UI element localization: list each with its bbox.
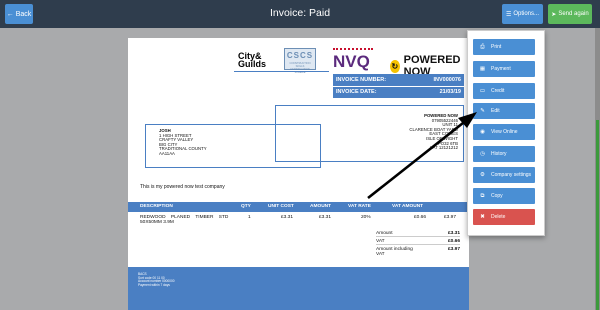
powered-now-icon: ↻ (390, 59, 400, 73)
invoice-number-value: INV000076 (433, 77, 461, 83)
credit-card-icon: ▭ (479, 88, 486, 94)
col-amount: AMOUNT (310, 204, 332, 209)
invoice-footer: BACS Sort code 00 11 00 Account number 0… (128, 267, 469, 310)
row-total: £3.97 (444, 215, 457, 220)
status-strip (596, 120, 599, 310)
row-qty: 1 (248, 215, 251, 220)
options-menu: ⎙ Print ▦ Payment ▭ Credit ✎ Edit ◉ View… (467, 30, 545, 236)
nvq-logo: NVQ (333, 48, 373, 72)
send-again-button[interactable]: ➤ Send again (548, 4, 592, 24)
invoice-document: City& Guilds CSCS CONSTRUCTION SKILLS CE… (128, 38, 469, 310)
customer-address: JOSH 1 HIGH STREET CRAFTY VALLEY BIG CIT… (159, 128, 207, 156)
menu-item-copy[interactable]: ⧉ Copy (473, 188, 535, 204)
top-bar: ← Back Invoice: Paid ☰ Options... ➤ Send… (0, 0, 600, 28)
col-qty: QTY (241, 204, 251, 209)
menu-item-company-settings[interactable]: ⚙ Company settings (473, 167, 535, 183)
col-vat-rate: VAT RATE (348, 204, 371, 209)
invoice-note: This is my powered now test company (140, 184, 225, 190)
col-vat-amount: VAT AMOUNT (392, 204, 424, 209)
total-amount-row: Amount £3.31 (376, 231, 460, 236)
table-header: DESCRIPTION QTY UNIT COST AMOUNT VAT RAT… (128, 202, 469, 212)
invoice-number-label: INVOICE NUMBER: (336, 77, 387, 83)
history-icon: ◷ (480, 151, 485, 157)
menu-item-credit[interactable]: ▭ Credit (473, 83, 535, 99)
send-icon: ➤ (551, 11, 557, 18)
company-address: POWERED NOW 07905522446 UNIT 11 CLARENCE… (409, 113, 458, 151)
menu-item-view-online[interactable]: ◉ View Online (473, 124, 535, 140)
invoice-date-label: INVOICE DATE: (336, 89, 377, 95)
invoice-date-value: 21/03/19 (439, 89, 461, 95)
gear-icon: ⚙ (480, 172, 485, 178)
divider (234, 71, 329, 72)
copy-icon: ⧉ (480, 192, 485, 199)
menu-item-history[interactable]: ◷ History (473, 146, 535, 162)
row-description: REDWOOD PLANED TIMBER STD 50X50MM 3.9M (140, 215, 229, 226)
row-vat-rate: 20% (361, 215, 371, 220)
edit-icon: ✎ (480, 108, 485, 114)
options-button[interactable]: ☰ Options... (502, 4, 543, 24)
payment-icon: ▦ (479, 66, 486, 72)
menu-item-delete[interactable]: ✖ Delete (473, 209, 535, 225)
send-again-label: Send again (558, 11, 589, 17)
total-vat-row: VAT £0.66 (376, 236, 460, 244)
print-icon: ⎙ (480, 43, 485, 50)
col-description: DESCRIPTION (140, 204, 173, 209)
trash-icon: ✖ (480, 214, 485, 220)
table-row: REDWOOD PLANED TIMBER STD 50X50MM 3.9M 1… (128, 213, 469, 229)
row-amount: £3.31 (319, 215, 332, 220)
row-unit-cost: £3.31 (281, 215, 294, 220)
total-incl-vat-row: Amount including VAT £3.97 (376, 244, 460, 257)
menu-item-print[interactable]: ⎙ Print (473, 39, 535, 55)
eye-icon: ◉ (480, 129, 485, 135)
menu-icon: ☰ (505, 11, 512, 18)
row-vat-amount: £0.66 (414, 215, 427, 220)
invoice-info-box: INVOICE NUMBER: INV000076 INVOICE DATE: … (333, 74, 464, 98)
options-button-label: Options... (513, 11, 540, 17)
menu-item-edit[interactable]: ✎ Edit (473, 103, 535, 119)
city-guilds-logo: City& Guilds (238, 51, 267, 69)
totals: Amount £3.31 VAT £0.66 Amount including … (376, 229, 460, 257)
cscs-logo: CSCS CONSTRUCTION SKILLS CERTIFICATION S… (284, 48, 316, 74)
col-unit-cost: UNIT COST (268, 204, 294, 209)
menu-item-payment[interactable]: ▦ Payment (473, 61, 535, 77)
